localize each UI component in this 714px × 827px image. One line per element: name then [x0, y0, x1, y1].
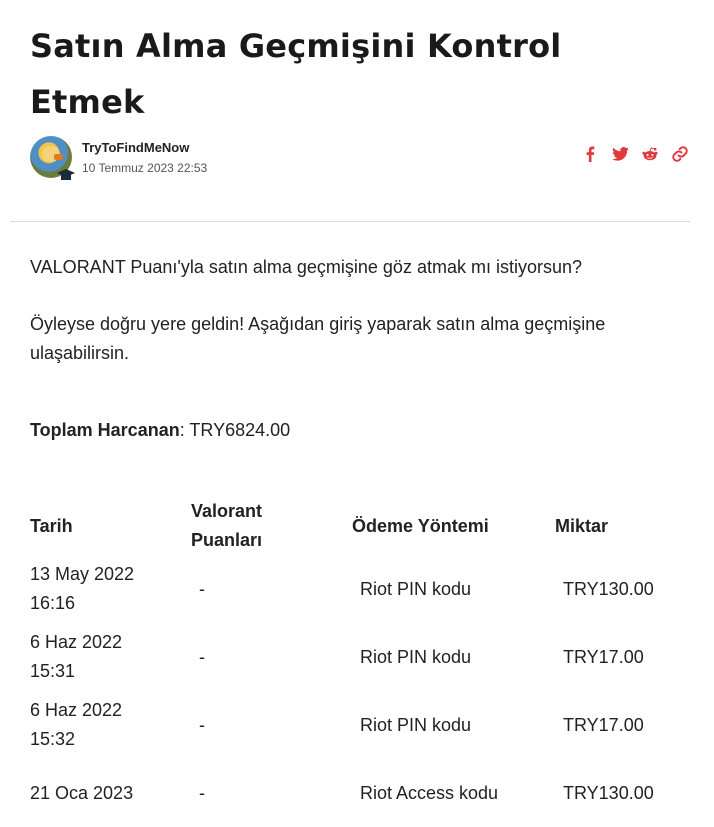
row-date: 21 Oca 2023: [30, 782, 134, 803]
twitter-icon[interactable]: [610, 144, 630, 164]
column-header-date: Tarih: [30, 515, 73, 536]
row-payment-method: Riot PIN kodu: [360, 578, 472, 599]
author-name[interactable]: TryToFindMeNow: [82, 140, 189, 155]
column-header-amount: Miktar: [555, 515, 609, 536]
article-title: Satın Alma Geçmişini Kontrol Etmek: [30, 27, 562, 121]
link-icon[interactable]: [670, 144, 690, 164]
total-spent-value: : TRY6824.00: [179, 420, 291, 440]
table-row: 13 May 2022 16:16 - Riot PIN kodu TRY130…: [30, 555, 685, 623]
column-header-points: Valorant Puanları: [191, 501, 263, 550]
purchase-history-table: Tarih Valorant Puanları Ödeme Yöntemi Mi…: [30, 497, 685, 827]
total-spent: Toplam Harcanan: TRY6824.00: [30, 416, 290, 445]
facebook-icon[interactable]: [580, 144, 600, 164]
column-header-payment-method: Ödeme Yöntemi: [352, 515, 489, 536]
row-amount: TRY130.00: [563, 578, 654, 599]
graduation-cap-icon: [56, 167, 76, 183]
share-bar: [580, 144, 690, 164]
author-block: TryToFindMeNow 10 Temmuz 2023 22:53: [30, 136, 690, 186]
table-row: 6 Haz 2022 15:31 - Riot PIN kodu TRY17.0…: [30, 623, 685, 691]
instruction-paragraph: Öyleyse doğru yere geldin! Aşağıdan giri…: [30, 314, 606, 363]
row-points: -: [199, 578, 205, 599]
table-header-row: Tarih Valorant Puanları Ödeme Yöntemi Mi…: [30, 497, 685, 555]
row-amount: TRY17.00: [563, 646, 644, 667]
row-date: 6 Haz 2022 15:32: [30, 700, 123, 749]
intro-paragraph: VALORANT Puanı'yla satın alma geçmişine …: [30, 257, 582, 277]
row-points: -: [199, 782, 205, 803]
row-date: 13 May 2022 16:16: [30, 564, 135, 613]
row-date: 6 Haz 2022 15:31: [30, 632, 123, 681]
row-amount: TRY17.00: [563, 714, 644, 735]
divider: [10, 221, 690, 222]
reddit-icon[interactable]: [640, 144, 660, 164]
publish-date: 10 Temmuz 2023 22:53: [82, 161, 208, 175]
row-points: -: [199, 646, 205, 667]
table-row: 6 Haz 2022 15:32 - Riot PIN kodu TRY17.0…: [30, 691, 685, 759]
row-amount: TRY130.00: [563, 782, 654, 803]
total-spent-label: Toplam Harcanan: [30, 420, 180, 440]
row-points: -: [199, 714, 205, 735]
row-payment-method: Riot PIN kodu: [360, 714, 472, 735]
row-payment-method: Riot PIN kodu: [360, 646, 472, 667]
table-row: 21 Oca 2023 - Riot Access kodu TRY130.00: [30, 759, 685, 827]
row-payment-method: Riot Access kodu: [360, 782, 499, 803]
